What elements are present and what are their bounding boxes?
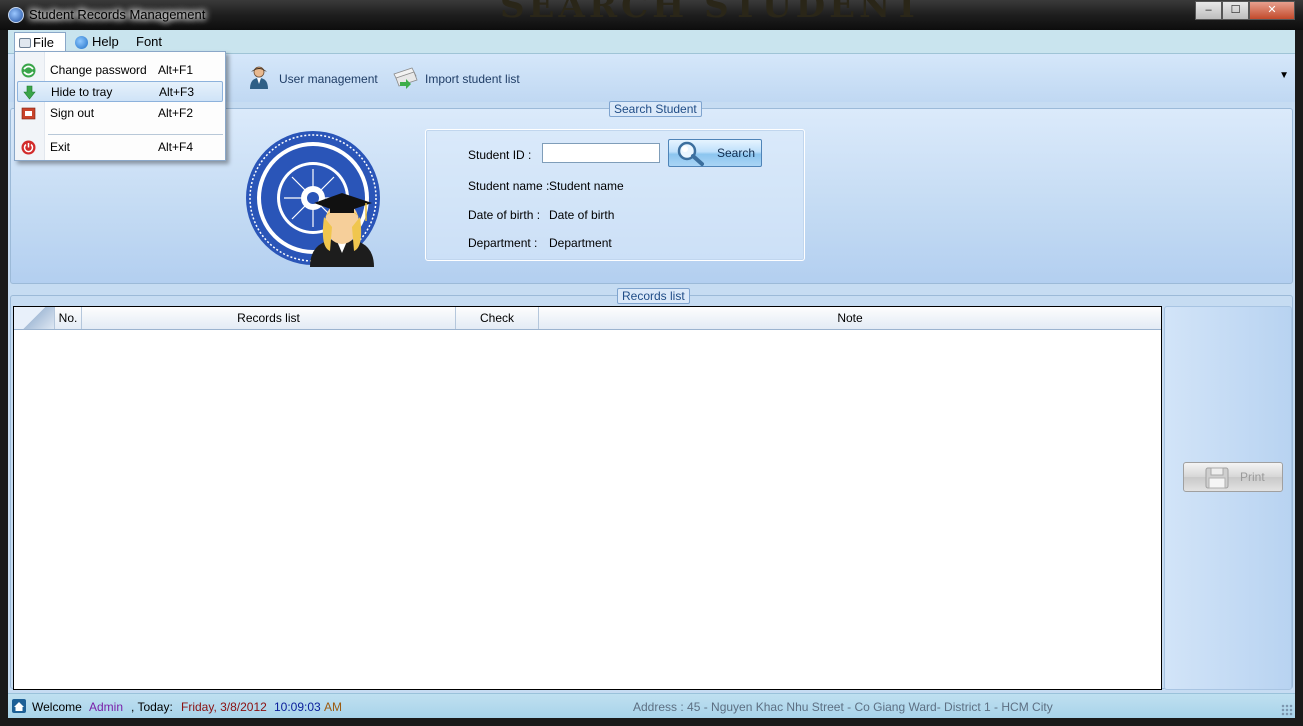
help-icon (75, 36, 88, 49)
actions-panel: Print (1164, 306, 1292, 690)
ampm-text: AM (324, 700, 342, 714)
desktop-background-text: SEARCH STUDENT (500, 0, 924, 26)
menu-item-label: Hide to tray (51, 85, 113, 99)
user-icon (250, 66, 268, 89)
window-controls: ‒ ☐ ✕ (1195, 1, 1295, 20)
down-arrow-icon (23, 85, 36, 100)
menu-font-label: Font (136, 34, 163, 49)
search-button-label: Search (717, 146, 756, 160)
menu-item-hide-to-tray[interactable]: Hide to tray Alt+F3 (17, 81, 223, 102)
maximize-button[interactable]: ☐ (1222, 1, 1249, 20)
title-bar[interactable]: SEARCH STUDENT Student Records Managemen… (0, 0, 1303, 30)
records-list-group: Records list No. Records list Check Note (10, 288, 1293, 690)
welcome-text: Welcome (32, 700, 82, 714)
status-bar: Welcome Admin , Today: Friday, 3/8/2012 … (8, 693, 1295, 718)
records-grid[interactable]: No. Records list Check Note (13, 306, 1162, 690)
print-button-label: Print (1240, 470, 1265, 484)
import-student-list-label: Import student list (425, 72, 520, 86)
menu-item-label: Change password (50, 63, 147, 77)
menu-item-sign-out[interactable]: Sign out Alt+F2 (17, 103, 223, 124)
close-button[interactable]: ✕ (1249, 1, 1295, 20)
department-label: Department : (468, 236, 538, 250)
today-label: , Today: (131, 700, 173, 714)
user-management-label: User management (279, 72, 378, 86)
column-header-check[interactable]: Check (456, 307, 539, 329)
import-icon (393, 67, 418, 89)
student-name-value: Student name (549, 179, 624, 193)
student-id-label: Student ID : (468, 148, 532, 162)
sign-out-icon (21, 107, 36, 120)
select-all-corner[interactable] (14, 307, 55, 329)
menu-item-change-password[interactable]: Change password Alt+F1 (17, 60, 223, 81)
import-student-list-button[interactable]: Import student list (392, 66, 520, 92)
menu-item-shortcut: Alt+F4 (158, 140, 194, 154)
column-header-no[interactable]: No. (55, 307, 82, 329)
menu-item-label: Exit (50, 140, 71, 154)
search-student-title: Search Student (609, 101, 702, 117)
menu-help-label: Help (92, 34, 119, 49)
date-of-birth-label: Date of birth : (468, 208, 541, 222)
file-dropdown-menu: Change password Alt+F1 Hide to tray Alt+… (14, 51, 226, 161)
menu-item-shortcut: Alt+F1 (158, 63, 194, 77)
resize-grip[interactable] (1281, 704, 1293, 716)
file-menu-icon (19, 38, 31, 48)
menu-item-shortcut: Alt+F3 (159, 85, 195, 99)
student-name-label: Student name : (468, 179, 550, 193)
app-icon[interactable] (8, 7, 24, 23)
grid-header: No. Records list Check Note (14, 307, 1161, 330)
username-text: Admin (89, 700, 124, 714)
menu-item-shortcut: Alt+F2 (158, 106, 194, 120)
department-value: Department (549, 236, 612, 250)
column-header-records-list[interactable]: Records list (82, 307, 456, 329)
search-form: Student ID : Search Student name : Stude… (425, 129, 805, 261)
minimize-button[interactable]: ‒ (1195, 1, 1222, 20)
date-text: Friday, 3/8/2012 (181, 700, 267, 714)
student-id-input[interactable] (542, 143, 660, 163)
refresh-globe-icon (21, 63, 36, 78)
menu-item-exit[interactable]: Exit Alt+F4 (17, 137, 223, 158)
toolbar-overflow-button[interactable]: ▼ (1279, 70, 1289, 81)
time-text: 10:09:03 (274, 700, 321, 714)
column-header-note[interactable]: Note (539, 307, 1161, 329)
records-list-title: Records list (617, 288, 690, 304)
save-disk-icon (1205, 467, 1229, 489)
university-seal-logo (246, 131, 380, 267)
menu-help[interactable]: Help (72, 32, 125, 52)
menu-file[interactable]: File (14, 32, 66, 52)
date-of-birth-value: Date of birth (549, 208, 615, 222)
app-window: SEARCH STUDENT Student Records Managemen… (0, 0, 1303, 726)
window-title: Student Records Management (29, 7, 206, 22)
search-button[interactable]: Search (668, 139, 762, 167)
menu-separator (48, 134, 223, 135)
menu-font[interactable]: Font (130, 32, 168, 52)
address-text: Address : 45 - Nguyen Khac Nhu Street - … (633, 700, 1053, 714)
home-icon (12, 699, 26, 713)
power-icon (21, 140, 36, 155)
print-button[interactable]: Print (1183, 462, 1283, 492)
user-management-button[interactable]: User management (248, 66, 378, 92)
menu-file-label: File (33, 35, 54, 50)
menu-item-label: Sign out (50, 106, 95, 120)
magnifier-icon (677, 141, 704, 166)
